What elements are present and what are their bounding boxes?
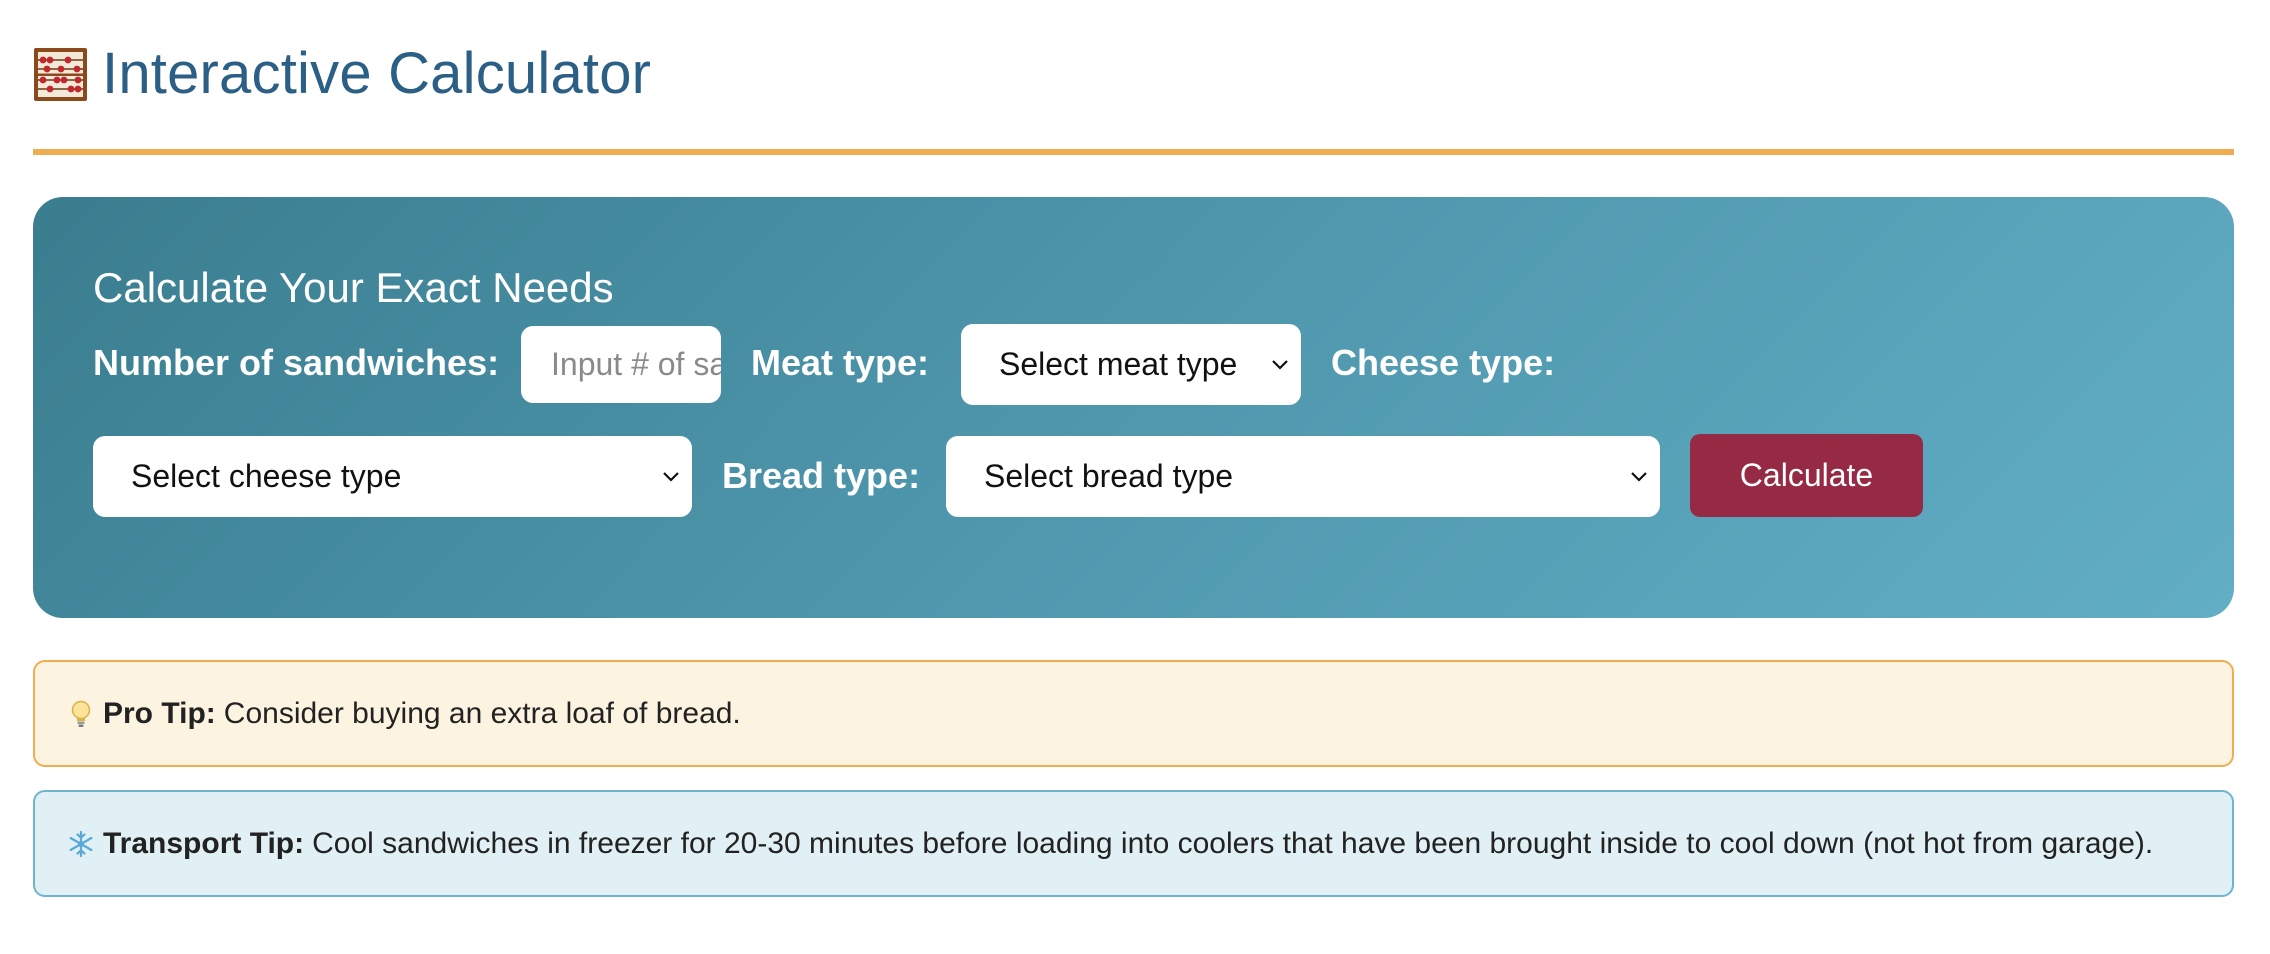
calculator-panel: Calculate Your Exact Needs Number of san…: [33, 197, 2234, 618]
page: Interactive Calculator Calculate Your Ex…: [0, 0, 2270, 954]
pro-tip-text: Consider buying an extra loaf of bread.: [223, 696, 741, 730]
pro-tip-box: Pro Tip: Consider buying an extra loaf o…: [33, 660, 2234, 767]
transport-tip-text: Cool sandwiches in freezer for 20-30 min…: [312, 826, 2154, 860]
lightbulb-icon: [71, 700, 91, 727]
meat-select[interactable]: Select meat type: [961, 324, 1301, 405]
chevron-down-icon: [1272, 359, 1288, 370]
meat-select-value: Select meat type: [999, 346, 1238, 382]
calculate-button[interactable]: Calculate: [1690, 434, 1923, 517]
meat-label: Meat type:: [751, 342, 930, 383]
cheese-select[interactable]: Select cheese type: [93, 436, 692, 517]
bread-select-value: Select bread type: [984, 458, 1234, 494]
pro-tip-label: Pro Tip:: [103, 696, 216, 730]
chevron-down-icon: [663, 471, 679, 482]
chevron-down-icon: [1631, 471, 1647, 482]
bread-select[interactable]: Select bread type: [946, 436, 1660, 517]
sandwiches-placeholder: Input # of sandwiches: [551, 346, 721, 382]
title-divider: [33, 149, 2234, 155]
calculator-heading: Calculate Your Exact Needs: [93, 264, 614, 311]
transport-tip-box: Transport Tip: Cool sandwiches in freeze…: [33, 790, 2234, 897]
bread-label: Bread type:: [722, 455, 921, 496]
cheese-select-value: Select cheese type: [131, 458, 402, 494]
sandwiches-label: Number of sandwiches:: [93, 342, 500, 383]
page-title: Interactive Calculator: [102, 41, 652, 106]
sandwiches-input[interactable]: Input # of sandwiches: [521, 326, 721, 403]
cheese-label: Cheese type:: [1331, 342, 1556, 383]
page-header: Interactive Calculator: [33, 45, 651, 103]
abacus-icon: [34, 47, 87, 101]
transport-tip-label: Transport Tip:: [103, 826, 305, 860]
snowflake-icon: [69, 830, 93, 857]
